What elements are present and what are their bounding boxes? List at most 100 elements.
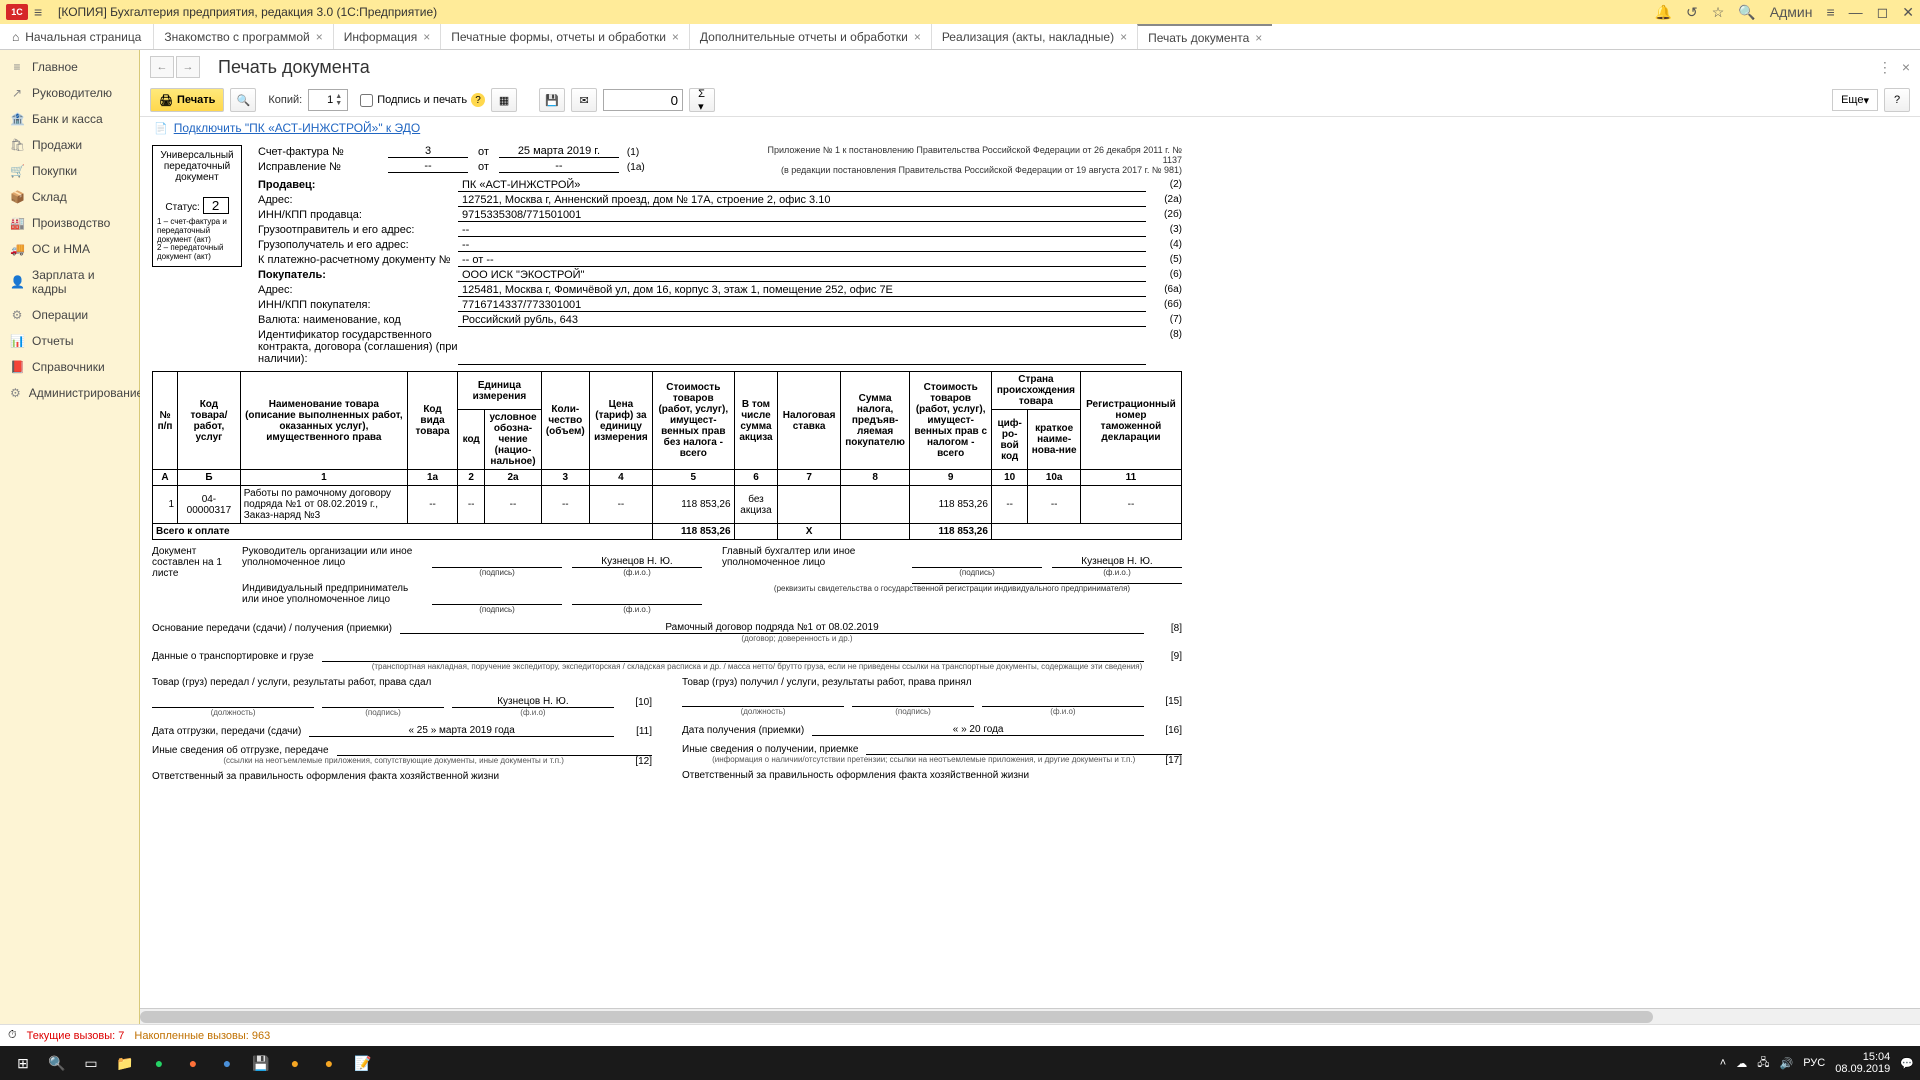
- sidebar-item-assets[interactable]: 🚚ОС и НМА: [0, 236, 139, 262]
- sidebar-item-main[interactable]: ≡Главное: [0, 54, 139, 80]
- sidebar-item-purchases[interactable]: 🛒Покупки: [0, 158, 139, 184]
- help-button[interactable]: ?: [1884, 88, 1910, 112]
- print-button[interactable]: 🖨 Печать: [150, 88, 224, 112]
- tray-cloud-icon[interactable]: ☁: [1736, 1057, 1747, 1070]
- app2-icon[interactable]: ●: [278, 1049, 312, 1077]
- edo-row: 📄 Подключить "ПК «АСТ-ИНЖСТРОЙ»" к ЭДО: [140, 117, 1920, 139]
- sidebar-item-reports[interactable]: 📊Отчеты: [0, 328, 139, 354]
- field-row: Грузополучатель и его адрес:--(4): [258, 239, 1182, 252]
- tabs-bar: ⌂ Начальная страница Знакомство с програ…: [0, 24, 1920, 50]
- tab-close-icon[interactable]: ×: [672, 30, 679, 44]
- col-num: 1а: [407, 470, 457, 486]
- tab-4[interactable]: Реализация (акты, накладные)×: [931, 24, 1137, 49]
- titlebar: 1C ≡ [КОПИЯ] Бухгалтерия предприятия, ре…: [0, 0, 1920, 24]
- explorer-icon[interactable]: 📁: [108, 1049, 142, 1077]
- sign-checkbox[interactable]: [360, 94, 373, 107]
- person-icon: 👤: [10, 275, 24, 289]
- sidebar-item-warehouse[interactable]: 📦Склад: [0, 184, 139, 210]
- app-icon[interactable]: ●: [210, 1049, 244, 1077]
- basis-code: [8]: [1152, 623, 1182, 634]
- tab-label: Печать документа: [1148, 31, 1249, 45]
- template-button[interactable]: ▦: [491, 88, 517, 112]
- copies-input[interactable]: [309, 94, 335, 106]
- close-page-icon[interactable]: ×: [1902, 59, 1910, 76]
- th-akciz: В том числе сумма акциза: [734, 372, 778, 470]
- sum-field[interactable]: [603, 89, 683, 111]
- status-input[interactable]: [203, 197, 229, 214]
- horizontal-scrollbar[interactable]: [140, 1008, 1920, 1024]
- tray-notification-icon[interactable]: 💬: [1900, 1057, 1914, 1070]
- tab-0[interactable]: Знакомство с программой×: [153, 24, 332, 49]
- spinner-up-icon[interactable]: ▲: [335, 93, 347, 100]
- sidebar-item-manager[interactable]: ↗Руководителю: [0, 80, 139, 106]
- fix-number: --: [388, 160, 468, 173]
- tray-chevron-icon[interactable]: ˄: [1720, 1057, 1726, 1069]
- tray-lang[interactable]: РУС: [1803, 1057, 1825, 1069]
- sidebar-item-production[interactable]: 🏭Производство: [0, 210, 139, 236]
- preview-button[interactable]: 🔍: [230, 88, 256, 112]
- minimize-icon[interactable]: —: [1849, 4, 1863, 20]
- field-value: --: [458, 224, 1146, 237]
- bell-icon[interactable]: 🔔: [1655, 4, 1672, 21]
- spinner-down-icon[interactable]: ▼: [335, 100, 347, 107]
- start-button[interactable]: ⊞: [6, 1049, 40, 1077]
- edo-link[interactable]: Подключить "ПК «АСТ-ИНЖСТРОЙ»" к ЭДО: [174, 121, 421, 135]
- whatsapp-icon[interactable]: ●: [142, 1049, 176, 1077]
- search-icon[interactable]: 🔍: [1738, 4, 1755, 21]
- settings-icon[interactable]: ≡: [1826, 4, 1834, 20]
- tab-close-icon[interactable]: ×: [423, 30, 430, 44]
- accum-calls: Накопленные вызовы: 963: [134, 1030, 270, 1042]
- tray-clock[interactable]: 15:04 08.09.2019: [1835, 1051, 1890, 1075]
- th-country: Страна происхождения товара: [991, 372, 1080, 410]
- tab-close-icon[interactable]: ×: [316, 30, 323, 44]
- forward-button[interactable]: →: [176, 56, 200, 78]
- signatures: Документ составлен на 1 листе Руководите…: [152, 546, 1182, 614]
- star-icon[interactable]: ☆: [1712, 4, 1725, 21]
- sigma-button[interactable]: Σ ▾: [689, 88, 715, 112]
- save-icon[interactable]: 💾: [244, 1049, 278, 1077]
- tab-1[interactable]: Информация ×: [333, 24, 441, 49]
- tab-close-icon[interactable]: ×: [1120, 30, 1127, 44]
- sidebar-item-admin[interactable]: ⚙Администрирование: [0, 380, 139, 406]
- document-scroll[interactable]: Универсальный передаточный документ Стат…: [140, 139, 1920, 1008]
- save-button[interactable]: 💾: [539, 88, 565, 112]
- help-sign-icon[interactable]: ?: [471, 93, 485, 107]
- book-icon: 📕: [10, 360, 24, 374]
- copies-spinner[interactable]: ▲▼: [308, 89, 348, 111]
- notepad-icon[interactable]: 📝: [346, 1049, 380, 1077]
- sidebar-item-operations[interactable]: ⚙Операции: [0, 302, 139, 328]
- sidebar-item-sales[interactable]: 🛍Продажи: [0, 132, 139, 158]
- close-icon[interactable]: ✕: [1902, 4, 1914, 21]
- history-icon[interactable]: ↺: [1686, 4, 1698, 21]
- sub-fio: (ф.и.о.): [1052, 568, 1182, 577]
- tray-network-icon[interactable]: 🖧: [1757, 1054, 1769, 1073]
- sub-fio: (ф.и.о): [982, 707, 1144, 716]
- back-button[interactable]: ←: [150, 56, 174, 78]
- scrollbar-thumb[interactable]: [140, 1011, 1653, 1023]
- tab-2[interactable]: Печатные формы, отчеты и обработки×: [440, 24, 689, 49]
- tab-home[interactable]: ⌂ Начальная страница: [0, 24, 153, 49]
- tab-close-icon[interactable]: ×: [914, 30, 921, 44]
- task-view-icon[interactable]: ▭: [74, 1049, 108, 1077]
- menu-icon[interactable]: ≡: [34, 4, 50, 20]
- sidebar-item-hr[interactable]: 👤Зарплата и кадры: [0, 262, 139, 302]
- sidebar-item-refs[interactable]: 📕Справочники: [0, 354, 139, 380]
- tab-label: Информация: [344, 30, 417, 44]
- kebab-icon[interactable]: ⋮: [1878, 59, 1892, 76]
- more-button[interactable]: Еще ▾: [1832, 89, 1878, 111]
- sidebar-item-bank[interactable]: 🏦Банк и касса: [0, 106, 139, 132]
- tab-close-icon[interactable]: ×: [1255, 31, 1262, 45]
- search-taskbar-icon[interactable]: 🔍: [40, 1049, 74, 1077]
- field-label: Грузополучатель и его адрес:: [258, 239, 458, 252]
- email-button[interactable]: ✉: [571, 88, 597, 112]
- user-name[interactable]: Админ: [1770, 4, 1813, 20]
- maximize-icon[interactable]: ◻: [1877, 4, 1889, 21]
- firefox-icon[interactable]: ●: [176, 1049, 210, 1077]
- tab-5[interactable]: Печать документа ×: [1137, 24, 1272, 49]
- th-unit: Единица измерения: [458, 372, 542, 410]
- tab-3[interactable]: Дополнительные отчеты и обработки×: [689, 24, 931, 49]
- sub-sign: (подпись): [852, 707, 974, 716]
- perf-icon: ⏱: [8, 1029, 17, 1042]
- 1c-taskbar-icon[interactable]: ●: [312, 1049, 346, 1077]
- tray-volume-icon[interactable]: 🔊: [1780, 1057, 1794, 1070]
